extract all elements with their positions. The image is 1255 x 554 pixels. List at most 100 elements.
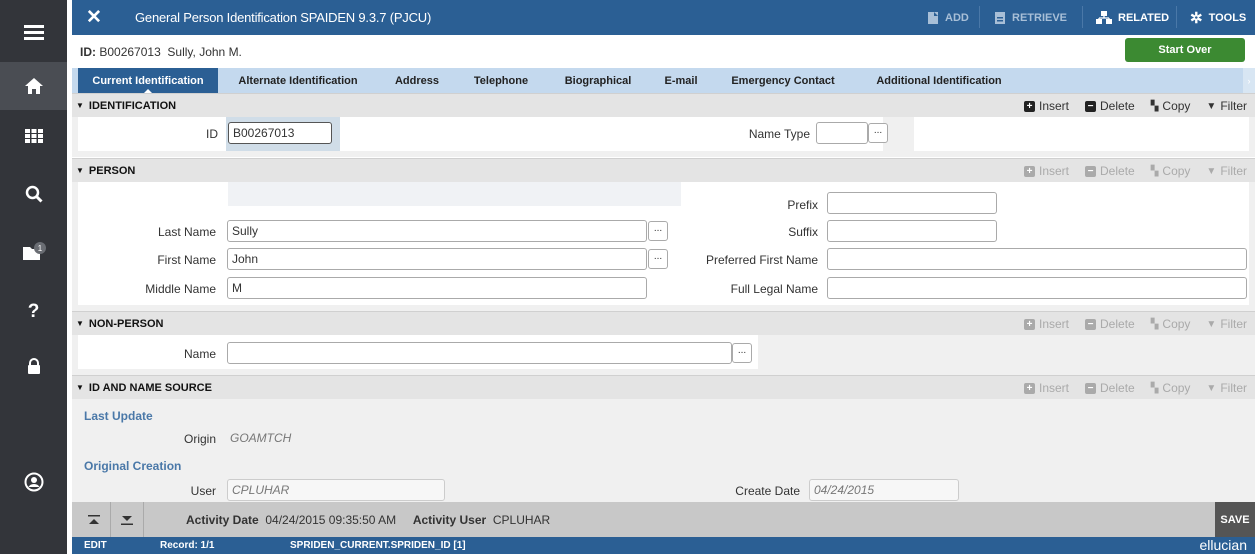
tools-button[interactable]: ✲ TOOLS bbox=[1190, 0, 1246, 35]
lock-icon[interactable] bbox=[0, 342, 67, 390]
insert-button[interactable]: + Insert bbox=[1016, 159, 1077, 183]
create-date-input[interactable]: 04/24/2015 bbox=[809, 479, 959, 501]
tab-biographical[interactable]: Biographical bbox=[546, 68, 650, 93]
insert-button[interactable]: + Insert bbox=[1016, 376, 1077, 400]
recent-items-folder-icon[interactable]: 1 bbox=[0, 228, 67, 276]
middle-name-input[interactable]: M bbox=[227, 277, 647, 299]
insert-button[interactable]: + Insert bbox=[1016, 312, 1077, 336]
apps-grid-icon[interactable] bbox=[0, 112, 67, 160]
name-type-label: Name Type bbox=[748, 127, 810, 141]
add-icon bbox=[928, 11, 938, 24]
preferred-first-name-label: Preferred First Name bbox=[705, 253, 818, 267]
user-profile-icon[interactable] bbox=[0, 458, 67, 506]
name-lookup-button[interactable]: ... bbox=[732, 343, 752, 363]
first-name-label: First Name bbox=[157, 253, 216, 267]
filter-button[interactable]: ▼ Filter bbox=[1198, 312, 1255, 336]
full-legal-name-input[interactable] bbox=[827, 277, 1247, 299]
plus-icon: + bbox=[1024, 382, 1035, 394]
record-indicator: Record: 1/1 bbox=[160, 540, 215, 551]
status-bar: EDIT Record: 1/1 SPRIDEN_CURRENT.SPRIDEN… bbox=[72, 537, 1255, 554]
copy-button[interactable]: ▚ Copy bbox=[1143, 94, 1199, 118]
first-record-icon[interactable] bbox=[78, 502, 111, 537]
tab-email[interactable]: E-mail bbox=[650, 68, 712, 93]
add-button[interactable]: ADD bbox=[927, 0, 969, 35]
last-record-icon[interactable] bbox=[111, 502, 144, 537]
prefix-input[interactable] bbox=[827, 192, 997, 214]
delete-button[interactable]: − Delete bbox=[1077, 94, 1143, 118]
copy-button[interactable]: ▚ Copy bbox=[1143, 312, 1199, 336]
name-type-input[interactable] bbox=[816, 122, 868, 144]
id-key-label: ID: bbox=[80, 45, 96, 59]
tab-current-identification[interactable]: Current Identification bbox=[78, 68, 218, 94]
collapse-icon[interactable]: ▼ bbox=[76, 383, 84, 392]
save-button[interactable]: SAVE bbox=[1215, 502, 1255, 537]
tabs-scroll-right-icon[interactable]: › bbox=[1243, 68, 1255, 93]
tab-address[interactable]: Address bbox=[378, 68, 456, 93]
non-person-section-header: ▼ NON-PERSON + Insert − Delete ▚ Copy ▼ Filte… bbox=[72, 311, 1255, 335]
section-title: NON-PERSON bbox=[88, 318, 164, 330]
minus-icon: − bbox=[1085, 100, 1097, 112]
retrieve-button[interactable]: RETRIEVE bbox=[994, 0, 1067, 35]
identification-panel: ID B00267013 Name Type ... bbox=[72, 117, 1255, 157]
last-name-lookup-button[interactable]: ... bbox=[648, 221, 668, 241]
preferred-first-name-input[interactable] bbox=[827, 248, 1247, 270]
search-icon[interactable] bbox=[0, 170, 67, 218]
source-panel: Last Update Origin GOAMTCH Original Crea… bbox=[72, 399, 1255, 502]
activity-info: Activity Date 04/24/2015 09:35:50 AM Act… bbox=[186, 513, 551, 527]
bottom-bar: Activity Date 04/24/2015 09:35:50 AM Act… bbox=[72, 502, 1255, 537]
filter-icon: ▼ bbox=[1206, 165, 1217, 177]
collapse-icon[interactable]: ▼ bbox=[76, 101, 84, 110]
tab-telephone[interactable]: Telephone bbox=[456, 68, 546, 93]
tab-emergency-contact[interactable]: Emergency Contact bbox=[712, 68, 854, 93]
copy-icon: ▚ bbox=[1150, 165, 1159, 177]
help-icon[interactable]: ? bbox=[0, 288, 67, 336]
retrieve-label: RETRIEVE bbox=[1012, 11, 1068, 24]
minus-icon: − bbox=[1085, 382, 1097, 394]
identification-section-header: ▼ IDENTIFICATION + Insert − Delete ▚ Copy ▼ F… bbox=[72, 93, 1255, 117]
first-name-lookup-button[interactable]: ... bbox=[648, 249, 668, 269]
full-legal-name-label: Full Legal Name bbox=[730, 282, 818, 296]
related-label: RELATED bbox=[1118, 11, 1170, 24]
origin-value: GOAMTCH bbox=[230, 431, 292, 445]
filter-button[interactable]: ▼ Filter bbox=[1198, 159, 1255, 183]
id-input[interactable]: B00267013 bbox=[228, 122, 332, 144]
filter-icon: ▼ bbox=[1206, 100, 1217, 112]
filter-icon: ▼ bbox=[1206, 382, 1217, 394]
sidebar: 1 ? bbox=[0, 0, 67, 554]
section-title: IDENTIFICATION bbox=[88, 100, 177, 112]
create-date-label: Create Date bbox=[735, 484, 800, 498]
delete-button[interactable]: − Delete bbox=[1077, 376, 1143, 400]
gear-icon: ✲ bbox=[1190, 9, 1203, 27]
delete-button[interactable]: − Delete bbox=[1077, 159, 1143, 183]
suffix-input[interactable] bbox=[827, 220, 997, 242]
delete-button[interactable]: − Delete bbox=[1077, 312, 1143, 336]
close-icon[interactable]: ✕ bbox=[72, 0, 116, 35]
collapse-icon[interactable]: ▼ bbox=[76, 319, 84, 328]
name-type-lookup-button[interactable]: ... bbox=[868, 123, 888, 143]
middle-name-label: Middle Name bbox=[145, 282, 216, 296]
insert-button[interactable]: + Insert bbox=[1016, 94, 1077, 118]
add-label: ADD bbox=[945, 11, 969, 24]
copy-button[interactable]: ▚ Copy bbox=[1143, 376, 1199, 400]
copy-icon: ▚ bbox=[1150, 318, 1159, 330]
filter-button[interactable]: ▼ Filter bbox=[1198, 376, 1255, 400]
last-name-label: Last Name bbox=[157, 225, 216, 239]
related-button[interactable]: RELATED bbox=[1096, 0, 1169, 35]
start-over-button[interactable]: Start Over bbox=[1125, 38, 1245, 62]
last-update-heading: Last Update bbox=[84, 409, 153, 423]
tab-alternate-identification[interactable]: Alternate Identification bbox=[218, 68, 378, 93]
name-input[interactable] bbox=[227, 342, 732, 364]
collapse-icon[interactable]: ▼ bbox=[76, 166, 84, 175]
first-name-input[interactable]: John bbox=[227, 248, 647, 270]
user-input[interactable]: CPLUHAR bbox=[227, 479, 445, 501]
home-icon[interactable] bbox=[0, 62, 67, 110]
tools-label: TOOLS bbox=[1208, 11, 1247, 24]
field-indicator: SPRIDEN_CURRENT.SPRIDEN_ID [1] bbox=[290, 540, 466, 551]
menu-icon[interactable] bbox=[0, 8, 67, 56]
tab-additional-identification[interactable]: Additional Identification bbox=[854, 68, 1024, 93]
copy-button[interactable]: ▚ Copy bbox=[1143, 159, 1199, 183]
last-name-input[interactable]: Sully bbox=[227, 220, 647, 242]
person-section-header: ▼ PERSON + Insert − Delete ▚ Copy ▼ Filter bbox=[72, 158, 1255, 182]
filter-button[interactable]: ▼ Filter bbox=[1198, 94, 1255, 118]
copy-icon: ▚ bbox=[1150, 100, 1159, 112]
